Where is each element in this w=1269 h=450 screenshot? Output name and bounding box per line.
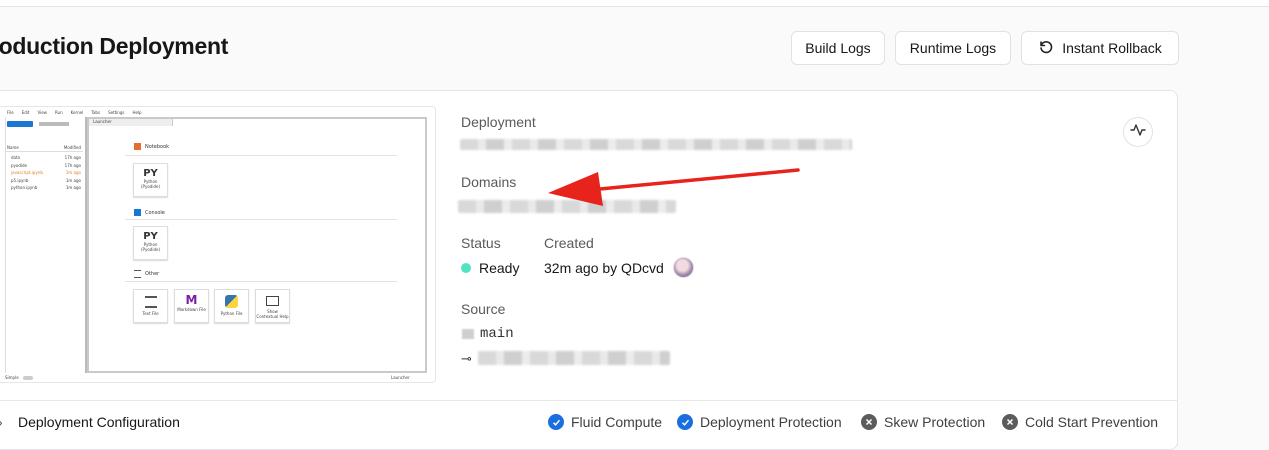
deployment-configuration-toggle[interactable]: Deployment Configuration <box>18 414 180 430</box>
created-value: 32m ago by QDcvd <box>544 260 664 276</box>
preview-section-other: Other <box>134 270 159 278</box>
feature-fluid-compute: Fluid Compute <box>548 414 662 430</box>
preview-file-row: python.ipynb 1m ago <box>11 185 81 190</box>
preview-file-row: pyodide 17h ago <box>11 162 81 168</box>
domains-label: Domains <box>461 174 517 190</box>
preview-section-console: Console <box>134 209 165 216</box>
preview-tile-markdown-file: M Markdown File <box>174 289 209 323</box>
preview-menu-item: Edit <box>21 109 30 115</box>
page-title: roduction Deployment <box>0 33 229 59</box>
branch-value: main <box>480 326 514 342</box>
build-logs-button[interactable]: Build Logs <box>791 31 885 65</box>
preview-menu-item: Help <box>132 109 142 115</box>
check-icon <box>548 414 564 430</box>
top-band <box>0 0 1269 7</box>
check-icon <box>677 414 693 430</box>
preview-file-row: p5.ipynb 1m ago <box>11 177 81 183</box>
build-logs-label: Build Logs <box>805 40 871 56</box>
preview-col-modified: Modified <box>63 145 81 150</box>
preview-tile-python-file: Python File <box>214 289 249 323</box>
preview-section-notebook: Notebook <box>134 143 169 150</box>
rollback-icon <box>1038 39 1054 58</box>
preview-file-row: data 17h ago <box>11 155 81 160</box>
preview-menu-item: View <box>37 109 47 115</box>
deployment-preview[interactable]: File Edit View Run Kernel Tabs Settings … <box>0 106 436 383</box>
branch-icon-redacted <box>462 329 474 339</box>
deployment-label: Deployment <box>461 114 536 130</box>
activity-icon <box>1130 123 1146 142</box>
feature-deployment-protection: Deployment Protection <box>677 414 842 430</box>
preview-divider <box>125 155 397 156</box>
deployment-url-redacted[interactable] <box>460 139 852 150</box>
preview-tile-console: PY Python (Pyodide) <box>133 226 168 260</box>
preview-divider <box>125 281 397 282</box>
activity-button[interactable] <box>1123 117 1153 147</box>
source-label: Source <box>461 301 506 317</box>
preview-menu-item: Run <box>54 109 63 115</box>
created-label: Created <box>544 235 594 251</box>
preview-menu-item: Tabs <box>91 109 101 115</box>
instant-rollback-label: Instant Rollback <box>1062 40 1162 56</box>
avatar[interactable] <box>673 257 694 278</box>
runtime-logs-button[interactable]: Runtime Logs <box>895 31 1011 65</box>
preview-divider <box>125 219 397 220</box>
feature-skew-protection: Skew Protection <box>861 414 985 430</box>
preview-tile-text-file: Text File <box>133 289 168 323</box>
chevron-right-icon[interactable]: › <box>0 414 3 430</box>
preview-file-row: javascript.ipynb 1m ago <box>11 170 81 175</box>
commit-message-redacted[interactable] <box>478 351 670 365</box>
runtime-logs-label: Runtime Logs <box>909 40 997 56</box>
status-label: Status <box>461 235 501 251</box>
x-icon <box>861 414 877 430</box>
preview-tab: Launcher <box>89 119 173 126</box>
instant-rollback-button[interactable]: Instant Rollback <box>1021 31 1179 65</box>
preview-tile-notebook: PY Python (Pyodide) <box>133 163 168 197</box>
preview-menu-item: Settings <box>108 109 125 115</box>
preview-statusbar: Simple <box>5 375 33 380</box>
preview-menu-item: Kernel <box>70 109 84 115</box>
commit-icon: ⊸ <box>461 351 472 366</box>
preview-tile-contextual-help: Show Contextual Help <box>255 289 290 323</box>
x-icon <box>1002 414 1018 430</box>
annotation-arrow <box>548 168 800 206</box>
card-divider <box>0 400 1178 401</box>
feature-cold-start-prevention: Cold Start Prevention <box>1002 414 1158 430</box>
preview-file-panel: Name Modified data 17h ago pyodide 17h ago… <box>5 117 87 373</box>
preview-col-name: Name <box>7 145 19 150</box>
preview-menubar: File Edit View Run Kernel Tabs Settings … <box>0 107 435 117</box>
status-ready-dot <box>461 263 471 273</box>
status-value: Ready <box>479 260 520 276</box>
preview-status-right: Launcher <box>391 375 410 380</box>
preview-menu-item: File <box>7 109 14 115</box>
